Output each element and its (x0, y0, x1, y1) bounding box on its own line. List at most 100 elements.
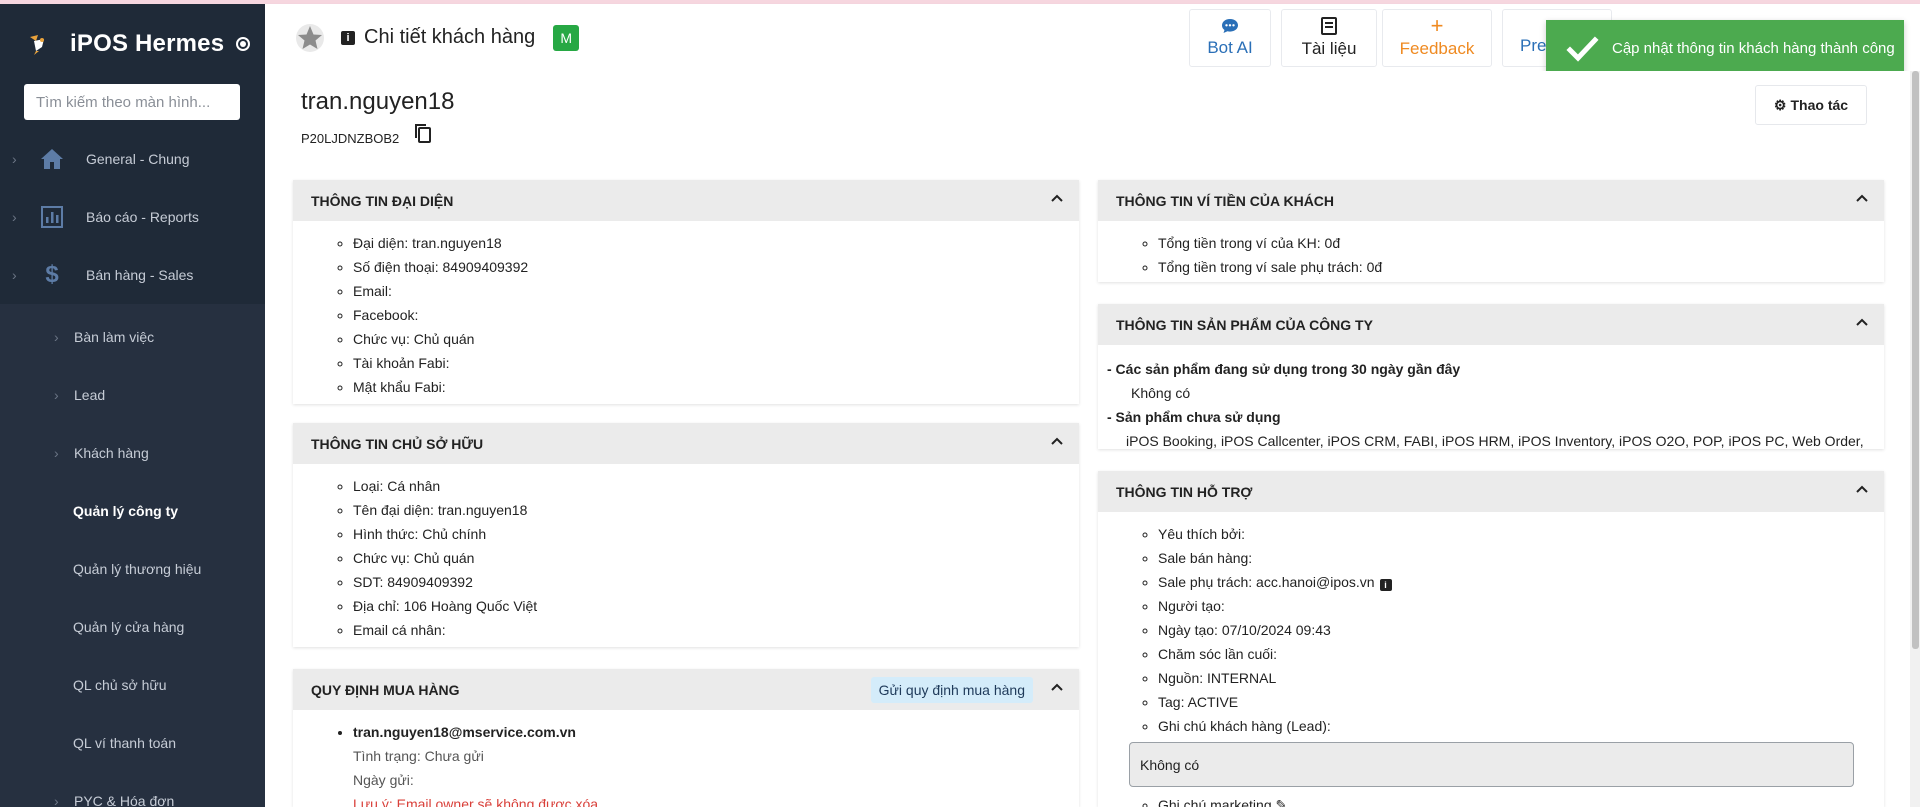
card-body: tran.nguyen18@mservice.com.vn Tình trạng… (293, 710, 1079, 807)
docs-button[interactable]: Tài liệu (1281, 9, 1377, 67)
used-products-value: Không có (1131, 385, 1191, 401)
toast-message: Cập nhật thông tin khách hàng thành công (1612, 40, 1895, 57)
report-icon (38, 206, 66, 228)
support-card: THÔNG TIN HỖ TRỢ Yêu thích bởi: Sale bán… (1098, 471, 1884, 807)
sidebar-item-invoices[interactable]: › PYC & Hóa đơn (0, 772, 265, 807)
rule-status: Tình trạng: Chưa gửi (353, 748, 484, 764)
list-item: Đại diện: tran.nguyen18 (353, 231, 1061, 255)
sidebar-item-reports[interactable]: › Báo cáo - Reports (0, 188, 265, 246)
chevron-right-icon: › (12, 151, 17, 167)
sidebar-item-sales[interactable]: › $ Bán hàng - Sales (0, 246, 265, 304)
actions-label: Thao tác (1790, 97, 1849, 113)
customer-name: tran.nguyen18 (301, 88, 455, 115)
info-icon[interactable]: i (1379, 579, 1392, 591)
sidebar-item-brand-management[interactable]: Quản lý thương hiệu (0, 540, 265, 598)
edit-icon[interactable]: ✎ (1276, 797, 1288, 807)
card-header[interactable]: QUY ĐỊNH MUA HÀNG Gửi quy định mua hàng (293, 669, 1079, 710)
list-item: Loại: Cá nhân (353, 474, 1061, 498)
sidebar-item-customers[interactable]: › Khách hàng (0, 424, 265, 482)
book-icon (1321, 17, 1337, 35)
sidebar-item-label: QL chủ sở hữu (73, 677, 167, 693)
sidebar-sales-submenu: › Bàn làm việc › Lead › Khách hàng Quản … (0, 304, 265, 807)
sidebar-item-label: Quản lý thương hiệu (73, 561, 202, 577)
chevron-right-icon: › (12, 209, 17, 225)
card-body: - Các sản phẩm đang sử dụng trong 30 ngà… (1098, 345, 1884, 459)
chevron-up-icon[interactable] (1049, 679, 1065, 695)
check-icon (1566, 35, 1599, 62)
card-header[interactable]: THÔNG TIN ĐẠI DIỆN (293, 180, 1079, 221)
sidebar-item-workspace[interactable]: › Bàn làm việc (0, 308, 265, 366)
sidebar-item-payment-wallet[interactable]: QL ví thanh toán (0, 714, 265, 772)
sidebar-main-menu: › General - Chung › Báo cáo - Reports › … (0, 130, 265, 304)
representative-list: Đại diện: tran.nguyen18 Số điện thoại: 8… (331, 231, 1061, 399)
card-header[interactable]: THÔNG TIN HỖ TRỢ (1098, 471, 1884, 512)
module-badge[interactable]: M (553, 24, 580, 51)
list-item: Tag: ACTIVE (1158, 690, 1866, 714)
chevron-up-icon[interactable] (1049, 190, 1065, 206)
list-item: Chức vụ: Chủ quán (353, 327, 1061, 351)
copy-icon[interactable] (413, 123, 433, 145)
list-item: SDT: 84909409392 (353, 570, 1061, 594)
sidebar-item-label: Quản lý công ty (73, 503, 179, 519)
sidebar-item-store-management[interactable]: Quản lý cửa hàng (0, 598, 265, 656)
lead-note-value: Không có (1140, 756, 1200, 773)
unused-products-heading: - Sản phẩm chưa sử dụng (1107, 409, 1281, 425)
card-header[interactable]: THÔNG TIN VÍ TIỀN CỦA KHÁCH (1098, 180, 1884, 221)
card-title: QUY ĐỊNH MUA HÀNG (311, 681, 460, 698)
list-item: Số điện thoại: 84909409392 (353, 255, 1061, 279)
star-icon[interactable] (295, 23, 325, 53)
brand[interactable]: iPOS Hermes (0, 4, 265, 84)
logo-icon (30, 35, 44, 55)
info-icon[interactable]: i (341, 30, 355, 45)
chevron-right-icon: › (54, 793, 59, 807)
list-item: Email: (353, 279, 1061, 303)
list-item: Nguồn: INTERNAL (1158, 666, 1866, 690)
send-rules-button[interactable]: Gửi quy định mua hàng (870, 677, 1033, 703)
support-list: Yêu thích bởi: Sale bán hàng: Sale phụ t… (1136, 522, 1866, 738)
card-body: Đại diện: tran.nguyen18 Số điện thoại: 8… (293, 221, 1079, 405)
used-products-heading: - Các sản phẩm đang sử dụng trong 30 ngà… (1107, 361, 1461, 377)
chevron-up-icon[interactable] (1049, 433, 1065, 449)
sidebar-item-label: Quản lý cửa hàng (73, 619, 185, 635)
sidebar-item-lead[interactable]: › Lead (0, 366, 265, 424)
sidebar-item-label: Báo cáo - Reports (86, 209, 199, 225)
card-body: Yêu thích bởi: Sale bán hàng: Sale phụ t… (1098, 512, 1884, 807)
representative-card: THÔNG TIN ĐẠI DIỆN Đại diện: tran.nguyen… (293, 180, 1079, 404)
chevron-up-icon[interactable] (1854, 481, 1870, 497)
lead-note-field[interactable]: Không có (1129, 742, 1854, 787)
card-header[interactable]: THÔNG TIN CHỦ SỞ HỮU (293, 423, 1079, 464)
card-body: Loại: Cá nhân Tên đại diện: tran.nguyen1… (293, 464, 1079, 648)
list-item: Ngày tạo: 07/10/2024 09:43 (1158, 618, 1866, 642)
rule-sent-date: Ngày gửi: (353, 772, 414, 788)
rule-warning: Lưu ý: Email owner sẽ không được xóa (353, 796, 599, 807)
list-item: Facebook: (353, 303, 1061, 327)
chevron-up-icon[interactable] (1854, 314, 1870, 330)
feedback-button[interactable]: + Feedback (1382, 9, 1492, 67)
list-item: Người tạo: (1158, 594, 1866, 618)
success-toast[interactable]: Cập nhật thông tin khách hàng thành công (1546, 20, 1904, 77)
list-item: Ghi chú khách hàng (Lead): (1158, 714, 1866, 738)
sidebar-item-company-management[interactable]: Quản lý công ty (0, 482, 265, 540)
card-header[interactable]: THÔNG TIN SẢN PHẨM CỦA CÔNG TY (1098, 304, 1884, 345)
sale-owner: Sale phụ trách: acc.hanoi@ipos.vn (1158, 574, 1375, 590)
chevron-right-icon: › (54, 387, 59, 403)
dollar-icon: $ (45, 261, 59, 288)
card-body: Tổng tiền trong ví của KH: 0đ Tổng tiền … (1098, 221, 1884, 285)
owner-list: Loại: Cá nhân Tên đại diện: tran.nguyen1… (331, 474, 1061, 642)
list-item: Tổng tiền trong ví sale phụ trách: 0đ (1158, 255, 1866, 279)
marketing-note-label: Ghi chú marketing (1158, 797, 1272, 807)
sidebar-item-general[interactable]: › General - Chung (0, 130, 265, 188)
scrollbar-thumb[interactable] (1912, 71, 1919, 649)
pre-label: Pre (1520, 36, 1547, 55)
list-item: Sale bán hàng: (1158, 546, 1866, 570)
chevron-up-icon[interactable] (1854, 190, 1870, 206)
gear-icon: ⚙ (1773, 96, 1787, 113)
sidebar-item-owner-management[interactable]: QL chủ sở hữu (0, 656, 265, 714)
app-switch-icon[interactable] (236, 37, 251, 51)
sidebar-search-input[interactable] (24, 84, 240, 120)
wallet-list: Tổng tiền trong ví của KH: 0đ Tổng tiền … (1136, 231, 1866, 279)
bot-ai-button[interactable]: Bot AI (1189, 9, 1271, 67)
card-title: THÔNG TIN HỖ TRỢ (1116, 483, 1253, 500)
list-item: Tổng tiền trong ví của KH: 0đ (1158, 231, 1866, 255)
actions-button[interactable]: ⚙ Thao tác (1755, 85, 1867, 125)
